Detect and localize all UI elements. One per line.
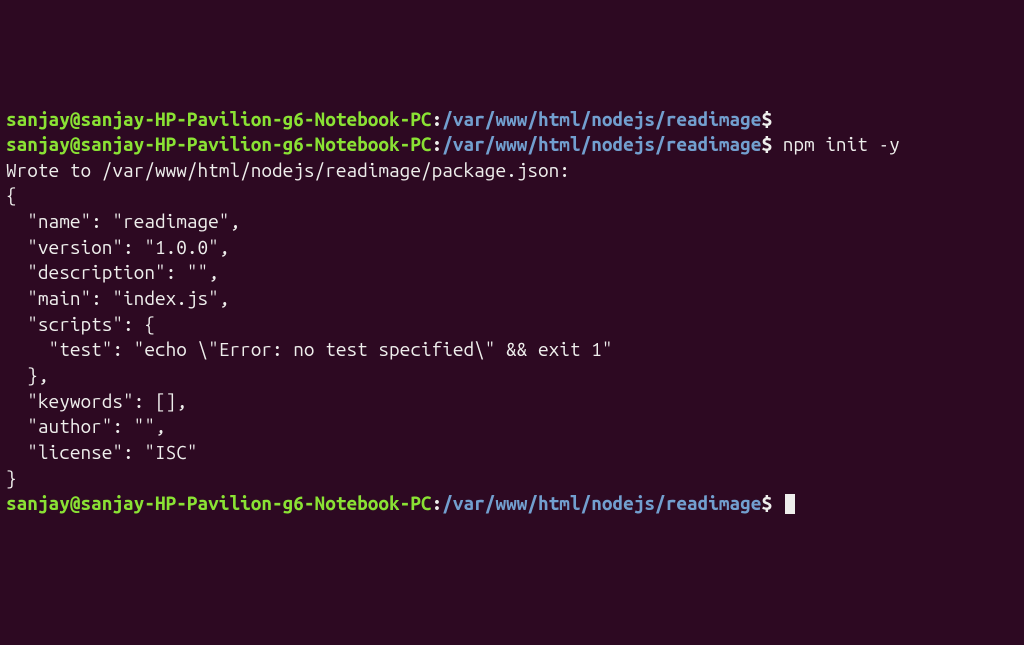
json-output: "description": "", xyxy=(6,260,1018,286)
json-output: "name": "readimage", xyxy=(6,209,1018,235)
cwd-path: /var/www/html/nodejs/readimage xyxy=(442,108,761,130)
cwd-path: /var/www/html/nodejs/readimage xyxy=(442,492,761,514)
json-output: "license": "ISC" xyxy=(6,440,1018,466)
json-output: "author": "", xyxy=(6,414,1018,440)
prompt-dollar: $ xyxy=(761,108,772,130)
prompt-line-2: sanjay@sanjay-HP-Pavilion-g6-Notebook-PC… xyxy=(6,132,1018,158)
user-host: sanjay@sanjay-HP-Pavilion-g6-Notebook-PC xyxy=(6,133,432,155)
prompt-separator: : xyxy=(432,492,443,514)
prompt-separator: : xyxy=(432,108,443,130)
json-output: "version": "1.0.0", xyxy=(6,235,1018,261)
prompt-dollar: $ xyxy=(761,492,772,514)
output-line: Wrote to /var/www/html/nodejs/readimage/… xyxy=(6,158,1018,184)
terminal[interactable]: sanjay@sanjay-HP-Pavilion-g6-Notebook-PC… xyxy=(6,107,1018,517)
json-output: "main": "index.js", xyxy=(6,286,1018,312)
user-host: sanjay@sanjay-HP-Pavilion-g6-Notebook-PC xyxy=(6,492,432,514)
json-output: }, xyxy=(6,363,1018,389)
command-input-2: npm init -y xyxy=(772,133,900,155)
cursor-icon xyxy=(785,494,795,514)
json-output: "keywords": [], xyxy=(6,389,1018,415)
cwd-path: /var/www/html/nodejs/readimage xyxy=(442,133,761,155)
json-output: "scripts": { xyxy=(6,312,1018,338)
prompt-line-3: sanjay@sanjay-HP-Pavilion-g6-Notebook-PC… xyxy=(6,491,1018,517)
command-input-3[interactable] xyxy=(772,492,795,514)
prompt-dollar: $ xyxy=(761,133,772,155)
user-host: sanjay@sanjay-HP-Pavilion-g6-Notebook-PC xyxy=(6,108,432,130)
prompt-separator: : xyxy=(432,133,443,155)
json-output: } xyxy=(6,466,1018,492)
prompt-line-1: sanjay@sanjay-HP-Pavilion-g6-Notebook-PC… xyxy=(6,107,1018,133)
json-output: "test": "echo \"Error: no test specified… xyxy=(6,337,1018,363)
json-output: { xyxy=(6,183,1018,209)
